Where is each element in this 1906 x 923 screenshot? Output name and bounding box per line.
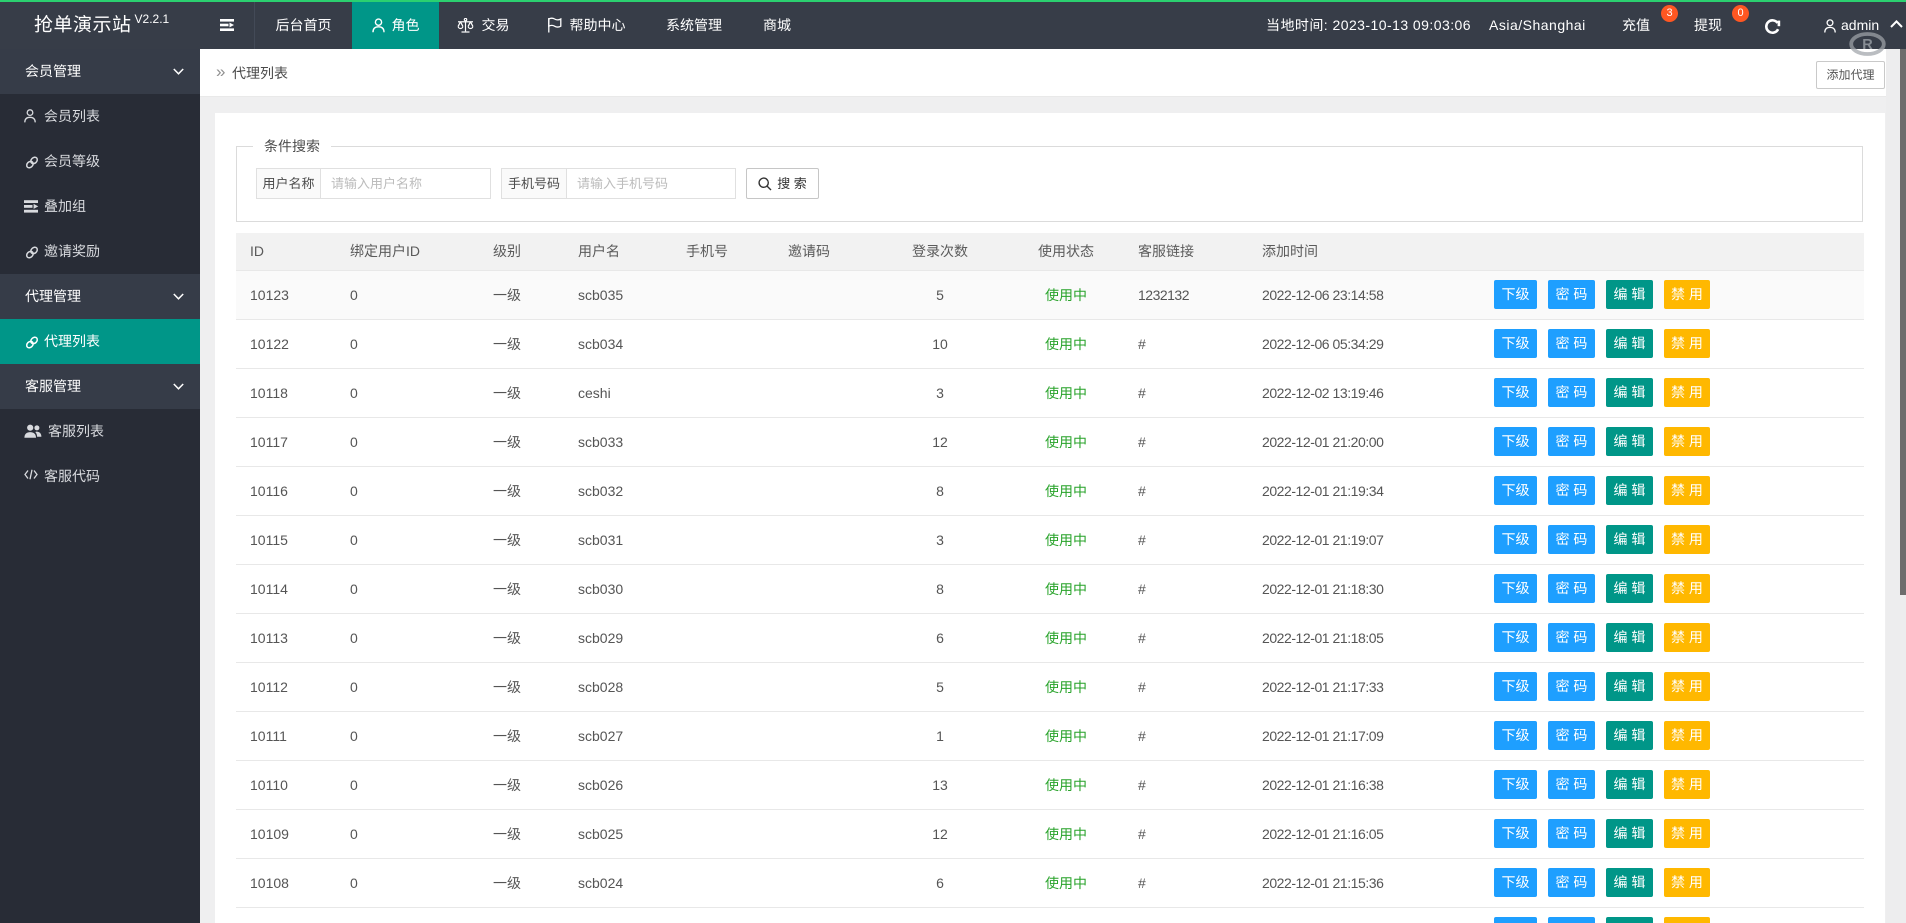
svg-text:R: R — [1862, 37, 1873, 53]
